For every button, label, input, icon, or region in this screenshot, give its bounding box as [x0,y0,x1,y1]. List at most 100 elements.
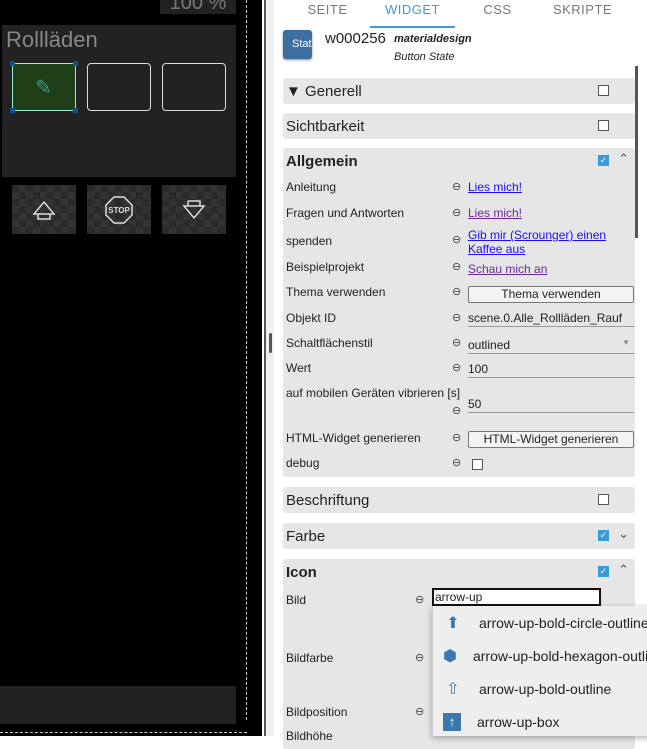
section-title: Beschriftung [286,492,370,509]
field-label: Bildposition [286,705,348,719]
suggestion-label: arrow-up-bold-outline [479,680,612,697]
pencil-icon: ✎ [35,77,52,99]
tab-widget[interactable]: WIDGET [370,0,455,28]
filter-icon: ▼ [286,83,301,100]
suggestion-item[interactable]: ↑ arrow-up-box [433,705,647,738]
arrow-circle-icon: ⬆︎ [446,614,460,632]
tab-skripte[interactable]: SKRIPTE [540,0,625,28]
widget-type-icon: Stat [283,30,312,59]
link-icon[interactable]: ⊖ [452,361,461,374]
field-label: Wert [286,361,312,375]
tab-seite[interactable]: SEITE [285,0,370,28]
link-icon[interactable]: ⊖ [452,311,461,324]
section-beschriftung[interactable]: Beschriftung [283,487,635,513]
down-control[interactable] [162,185,226,234]
group-title: Rollläden [6,27,98,52]
link-icon[interactable]: ⊖ [415,651,424,664]
widget-set: materialdesign [394,33,472,45]
field-label: HTML-Widget generieren [286,431,421,445]
field-label: spenden [286,234,333,248]
widget-button-2[interactable] [87,63,151,111]
svg-text:STOP: STOP [108,206,130,215]
widget-name: Button State [394,51,455,63]
arrow-up-icon [32,200,56,220]
link-icon[interactable]: ⊖ [452,206,461,219]
suggestion-label: arrow-up-box [477,713,560,730]
stop-icon: STOP [105,195,133,224]
field-label: Objekt ID [286,311,337,325]
widget-button-3[interactable] [162,63,226,111]
suggestion-label: arrow-up-bold-circle-outline [479,614,647,631]
field-label: Bildhöhe [286,729,333,743]
section-title: Allgemein [286,153,358,170]
section-title: Generell [305,83,362,100]
chevron-down-icon[interactable]: ⌄ [618,526,629,542]
spenden-link[interactable]: Gib mir (Scrounger) einen Kaffee aus [468,228,618,256]
field-label: Bildfarbe [286,651,334,665]
panel-splitter[interactable] [264,0,274,736]
field-label: Fragen und Antworten [286,206,405,220]
widget-id: w000256 [325,30,386,47]
beispiel-link[interactable]: Schau mich an [468,262,634,276]
link-icon[interactable]: ⊖ [452,336,461,349]
field-label: Schaltflächenstil [286,336,373,350]
debug-checkbox[interactable] [472,459,483,470]
up-control[interactable] [12,185,76,234]
section-farbe[interactable]: Farbe ✓ ⌄ [283,523,635,549]
link-icon[interactable]: ⊖ [452,456,461,469]
stop-control[interactable]: STOP [87,185,151,234]
field-label: debug [286,456,320,470]
bild-input[interactable]: arrow-up [432,588,601,606]
html-widget-button[interactable]: HTML-Widget generieren [468,431,634,448]
bottom-bar [0,686,236,724]
link-icon[interactable]: ⊖ [452,404,461,417]
faq-link[interactable]: Lies mich! [468,206,634,220]
arrow-box-icon: ↑ [443,712,461,731]
chevron-up-icon[interactable]: ⌃ [618,151,629,167]
link-icon[interactable]: ⊖ [452,180,461,193]
link-icon[interactable]: ⊖ [452,260,461,273]
chevron-up-icon[interactable]: ⌃ [618,562,629,578]
field-label: Bild [286,593,307,607]
tab-css[interactable]: CSS [455,0,540,28]
scrollbar[interactable] [635,66,638,238]
icon-suggestions: ⬆︎ arrow-up-bold-circle-outline ⬢ arrow-up… [432,606,647,736]
suggestion-label: arrow-up-bold-hexagon-outline [472,647,647,664]
dropdown-arrow-icon: ▼ [622,338,630,347]
section-checkbox[interactable] [598,85,609,96]
field-label: Beispielprojekt [286,260,365,274]
section-sichtbarkeit[interactable]: Sichtbarkeit [283,113,635,139]
section-title: Icon [286,564,317,581]
section-checkbox[interactable]: ✓ [598,566,609,577]
link-icon[interactable]: ⊖ [415,705,424,718]
section-checkbox[interactable]: ✓ [598,155,609,166]
field-label: auf mobilen Geräten vibrieren [s] [286,386,461,400]
suggestion-item[interactable]: ⬢ arrow-up-bold-hexagon-outline [433,639,647,672]
anleitung-link[interactable]: Lies mich! [468,180,634,194]
wert-input[interactable]: 100 [468,362,634,378]
field-label: Thema verwenden [286,285,386,299]
vibrieren-input[interactable]: 50 [468,397,634,413]
selected-widget-button[interactable]: ✎ [10,61,78,113]
editor-canvas[interactable]: 100 % Rollläden ✎ STOP [0,0,262,736]
section-checkbox[interactable]: ✓ [598,530,609,541]
objekt-id-input[interactable]: scene.0.Alle_Rollläden_Rauf [468,311,634,327]
link-icon[interactable]: ⊖ [452,285,461,298]
section-allgemein: Allgemein ✓ ⌃ Anleitung ⊖ Lies mich! Fragen … [283,148,635,477]
section-generell[interactable]: ▼ Generell [283,78,635,104]
link-icon[interactable]: ⊖ [452,233,461,246]
section-checkbox[interactable] [598,494,609,505]
stil-value: outlined [468,338,511,352]
stil-select[interactable]: outlined ▼ [468,338,634,354]
properties-panel: SEITE WIDGET CSS SKRIPTE Stat w000256 ma… [275,0,647,749]
rollladen-group[interactable]: Rollläden ✎ [2,25,236,177]
thema-button[interactable]: Thema verwenden [468,286,634,303]
suggestion-item[interactable]: ⬆︎ arrow-up-bold-circle-outline [433,606,647,639]
section-checkbox[interactable] [598,120,609,131]
suggestion-item[interactable]: ⇧ arrow-up-bold-outline [433,672,647,705]
link-icon[interactable]: ⊖ [452,431,461,444]
link-icon[interactable]: ⊖ [415,593,424,606]
field-label: Anleitung [286,180,337,194]
zoom-label: 100 % [160,0,236,14]
section-title: Farbe [286,528,326,545]
